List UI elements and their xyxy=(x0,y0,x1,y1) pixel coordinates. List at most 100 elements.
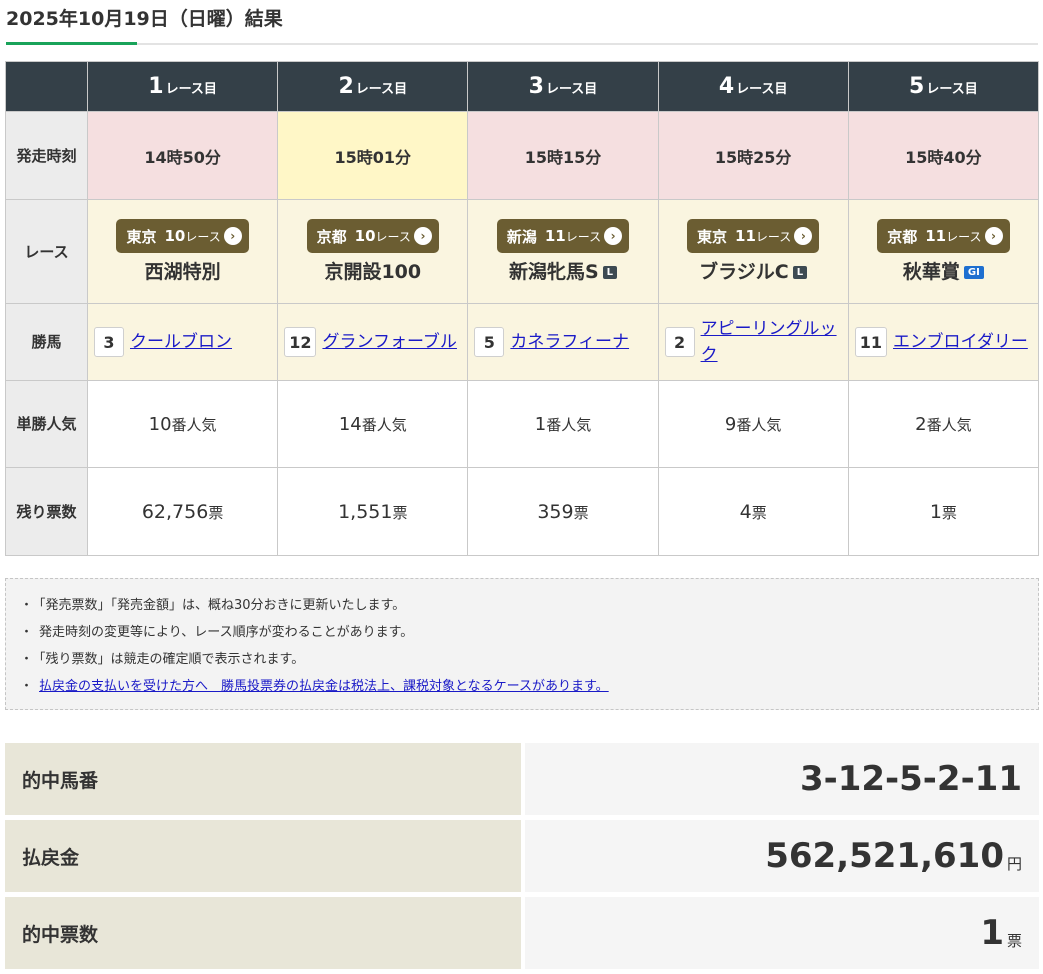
race-header-number: 3 xyxy=(528,74,544,99)
chevron-circle-right-icon: › xyxy=(604,227,623,245)
remaining-cell: 4票 xyxy=(657,467,849,556)
winner-horse-link[interactable]: グランフォーブル xyxy=(322,329,456,355)
hit-tickets-value: 1 xyxy=(980,913,1004,953)
title-divider xyxy=(6,43,1038,45)
remaining-unit: 票 xyxy=(751,503,767,522)
note-text: 発走時刻の変更等により、レース順序が変わることがあります。 xyxy=(39,625,414,640)
summary-label: 払戻金 xyxy=(5,820,521,892)
race-number: 11 xyxy=(925,227,947,245)
remaining-cell: 1票 xyxy=(847,467,1040,556)
grade-badge-listed: L xyxy=(792,266,808,279)
race-number: 10 xyxy=(354,227,376,245)
summary-value: 562,521,610 円 xyxy=(525,820,1039,892)
race-suffix: レース xyxy=(565,229,602,244)
race-number: 11 xyxy=(544,227,566,245)
venue-race-button[interactable]: 東京 11 レース › xyxy=(687,219,820,253)
race-header-suffix: レース目 xyxy=(545,82,598,97)
popularity-unit: 番人気 xyxy=(546,415,592,434)
row-label-popularity: 単勝人気 xyxy=(5,380,88,468)
horse-number-badge: 3 xyxy=(94,327,124,357)
popularity-row: 単勝人気 10番人気 14番人気 1番人気 9番人気 2番人気 xyxy=(5,380,1040,468)
horse-number-badge: 11 xyxy=(854,327,888,357)
horse-number-badge: 2 xyxy=(664,327,695,357)
venue-race-button[interactable]: 京都 10 レース › xyxy=(306,219,439,253)
race-header-row: 1 レース目 2 レース目 3 レース目 4 レース目 5 レース目 xyxy=(5,61,1040,112)
race-header-5: 5 レース目 xyxy=(847,61,1040,112)
popularity-value: 10 xyxy=(148,413,172,435)
notes-box: ・「発売票数」「発売金額」は、概ね30分おきに更新いたします。 ・発走時刻の変更… xyxy=(5,578,1039,710)
race-info-cell: 東京 11 レース › ブラジルC L xyxy=(657,199,849,304)
race-results-table: 1 レース目 2 レース目 3 レース目 4 レース目 5 レース目 発走時刻 14時50… xyxy=(5,61,1040,556)
race-name-text: 新潟牝馬S xyxy=(508,261,599,283)
popularity-unit: 番人気 xyxy=(361,415,407,434)
popularity-cell: 14番人気 xyxy=(277,380,469,468)
race-number: 10 xyxy=(164,227,186,245)
winner-cell: 2 アピーリングルック xyxy=(657,303,849,381)
note-text: 「発売票数」「発売金額」は、概ね30分おきに更新いたします。 xyxy=(39,598,406,613)
popularity-value: 14 xyxy=(338,413,362,435)
note-text: 「残り票数」は競走の確定順で表示されます。 xyxy=(39,652,305,667)
grade-badge-g1: GI xyxy=(963,266,984,279)
popularity-value: 2 xyxy=(915,413,927,435)
race-header-suffix: レース目 xyxy=(736,82,788,97)
race-suffix: レース xyxy=(946,229,982,244)
remaining-unit: 票 xyxy=(392,503,408,522)
remaining-value: 1 xyxy=(929,500,942,523)
venue-name: 東京 xyxy=(697,227,728,246)
venue-race-button[interactable]: 新潟 11 レース › xyxy=(496,219,630,253)
summary-label: 的中馬番 xyxy=(5,743,521,815)
remaining-unit: 票 xyxy=(208,503,224,522)
winner-horse-link[interactable]: エンブロイダリー xyxy=(893,329,1028,355)
remaining-value: 1,551 xyxy=(338,500,393,523)
row-label-remaining: 残り票数 xyxy=(5,467,88,556)
winner-horse-link[interactable]: クールブロン xyxy=(130,329,232,355)
remaining-unit: 票 xyxy=(573,503,589,522)
race-suffix: レース xyxy=(185,229,221,244)
race-info-cell: 京都 10 レース › 京開設100 xyxy=(277,199,469,304)
race-header-4: 4 レース目 xyxy=(657,61,849,112)
row-label-start-time: 発走時刻 xyxy=(5,111,88,200)
horse-number-badge: 12 xyxy=(284,327,317,357)
race-name-text: ブラジルC xyxy=(699,261,789,283)
venue-race-button[interactable]: 東京 10 レース › xyxy=(116,219,249,253)
winner-horse-link[interactable]: アピーリングルック xyxy=(701,316,842,368)
remaining-value: 62,756 xyxy=(141,500,209,523)
remaining-value: 4 xyxy=(739,500,752,523)
note-bullet: ・ xyxy=(20,625,34,640)
winner-horse-link[interactable]: カネラフィーナ xyxy=(510,329,629,355)
title-accent-bar xyxy=(6,42,137,45)
remaining-unit: 票 xyxy=(941,503,957,522)
summary-payout: 払戻金 562,521,610 円 xyxy=(5,820,1039,892)
popularity-cell: 9番人気 xyxy=(657,380,849,468)
race-header-suffix: レース目 xyxy=(355,82,408,97)
start-time-cell: 15時40分 xyxy=(847,111,1040,200)
start-time-row: 発走時刻 14時50分 15時01分 15時15分 15時25分 15時40分 xyxy=(5,111,1040,200)
summary-value: 1票 xyxy=(525,897,1039,969)
race-name: 秋華賞 GI xyxy=(849,257,1038,284)
race-header-1: 1 レース目 xyxy=(86,61,279,112)
remaining-cell: 1,551票 xyxy=(277,467,469,556)
race-header-3: 3 レース目 xyxy=(467,61,659,112)
race-info-row: レース 東京 10 レース › 西湖特別 京都 10 レース › 京開設100 新潟 11 レー… xyxy=(5,199,1040,304)
chevron-circle-right-icon: › xyxy=(413,227,432,245)
tax-notice-link[interactable]: 払戻金の支払いを受けた方へ 勝馬投票券の払戻金は税法上、課税対象となるケースがあ… xyxy=(39,679,609,694)
race-suffix: レース xyxy=(375,229,411,244)
hit-numbers-value: 3-12-5-2-11 xyxy=(799,759,1022,799)
summary-label: 的中票数 xyxy=(5,897,521,969)
winner-row: 勝馬 3 クールブロン 12 グランフォーブル 5 カネラフィーナ 2 アピーリングルッ… xyxy=(5,303,1040,381)
race-info-cell: 新潟 11 レース › 新潟牝馬S L xyxy=(467,199,659,304)
row-label-winner: 勝馬 xyxy=(5,303,88,381)
race-name-text: 秋華賞 xyxy=(902,261,960,283)
venue-name: 京都 xyxy=(316,227,347,246)
popularity-value: 1 xyxy=(534,413,547,435)
remaining-cell: 62,756票 xyxy=(86,467,279,556)
payout-unit: 円 xyxy=(1006,854,1022,873)
chevron-circle-right-icon: › xyxy=(223,227,242,245)
race-name-text: 西湖特別 xyxy=(144,261,221,283)
race-header-2: 2 レース目 xyxy=(277,61,469,112)
horse-number-badge: 5 xyxy=(474,327,505,357)
payout-value: 562,521,610 xyxy=(765,836,1004,876)
race-header-suffix: レース目 xyxy=(926,82,978,97)
popularity-cell: 10番人気 xyxy=(86,380,279,468)
venue-race-button[interactable]: 京都 11 レース › xyxy=(877,219,1010,253)
